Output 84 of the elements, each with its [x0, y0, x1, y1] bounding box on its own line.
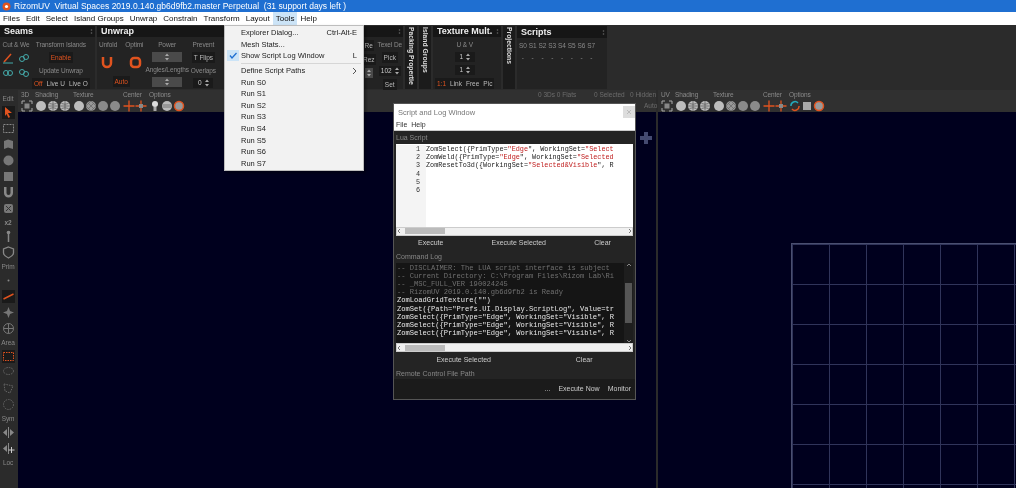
wire-sphere-icon[interactable]: [47, 100, 59, 112]
scroll-right-icon[interactable]: [628, 344, 632, 351]
scroll-up-icon[interactable]: [625, 262, 632, 267]
chain-icon[interactable]: [18, 66, 30, 79]
checker-sphere-icon[interactable]: [725, 100, 737, 112]
map-icon[interactable]: [1, 138, 15, 151]
menu-item[interactable]: Unwrap: [126, 12, 161, 25]
sphere-icon[interactable]: [97, 100, 109, 112]
grip-icon[interactable]: [496, 27, 499, 35]
panel-title: Texture Mult.: [437, 26, 493, 37]
sphere-icon[interactable]: [737, 100, 749, 112]
wire-sphere-icon[interactable]: [59, 100, 71, 112]
sphere-icon[interactable]: [73, 100, 85, 112]
ringed-sphere-icon[interactable]: [813, 100, 825, 112]
crosshair-icon[interactable]: [763, 100, 775, 112]
frame-icon[interactable]: [661, 100, 673, 112]
line-icon[interactable]: [1, 290, 15, 303]
spin-arrows-icon[interactable]: [394, 66, 399, 75]
globe-icon[interactable]: [1, 322, 15, 335]
panel-title: Unwrap: [101, 26, 134, 37]
navigation-cube-icon[interactable]: [640, 132, 652, 144]
ringed-sphere-icon[interactable]: [173, 100, 185, 112]
mirror-icon[interactable]: [1, 426, 15, 439]
menu-item[interactable]: Help: [297, 12, 320, 25]
panel-title: Seams: [4, 26, 34, 37]
number-field[interactable]: [152, 76, 183, 87]
menu-item[interactable]: Edit: [22, 12, 43, 25]
striped-sphere-icon[interactable]: [161, 100, 173, 112]
pen-icon[interactable]: [2, 51, 14, 64]
box-icon[interactable]: [1, 202, 15, 215]
menu-item[interactable]: Tools: [272, 12, 298, 25]
grip-icon[interactable]: [90, 27, 93, 35]
scrollbar-thumb[interactable]: [405, 228, 445, 235]
mirror-icon[interactable]: [1, 442, 15, 455]
crosshair-icon[interactable]: [135, 100, 147, 112]
bulb-icon[interactable]: [149, 100, 161, 112]
polygon-icon[interactable]: [1, 382, 15, 395]
wire-sphere-icon[interactable]: [699, 100, 711, 112]
square-icon[interactable]: [801, 100, 813, 112]
sphere-icon[interactable]: [749, 100, 761, 112]
shield-icon[interactable]: [1, 246, 15, 259]
menu-item[interactable]: Select: [42, 12, 71, 25]
menu-item[interactable]: Island Groups: [70, 12, 127, 25]
arrow-icon[interactable]: [1, 106, 15, 119]
number-field[interactable]: [152, 51, 183, 62]
frame-icon[interactable]: [21, 100, 33, 112]
sphere-icon[interactable]: [109, 100, 121, 112]
window-title: RizomUV Virtual Spaces 2019.0.140.gb6d9fb2.master Perpetual (31 support days left ): [14, 0, 346, 12]
wire-sphere-icon[interactable]: [687, 100, 699, 112]
spin-arrows-icon[interactable]: [204, 78, 209, 87]
menu-item[interactable]: Transform: [200, 12, 243, 25]
spin-arrows-icon[interactable]: [466, 52, 470, 61]
scroll-down-icon[interactable]: [625, 339, 632, 344]
scroll-left-icon[interactable]: [397, 344, 401, 351]
sphere-icon[interactable]: [713, 100, 725, 112]
menu-item[interactable]: Layout: [242, 12, 273, 25]
spin-arrows-icon[interactable]: [165, 52, 170, 61]
checker-sphere-icon[interactable]: [85, 100, 97, 112]
spin-arrows-icon[interactable]: [466, 65, 470, 74]
menu-item[interactable]: Files: [0, 12, 23, 25]
scrollbar-thumb[interactable]: [405, 344, 445, 351]
scrollbar-thumb[interactable]: [625, 283, 632, 323]
circle-icon[interactable]: [1, 154, 15, 167]
ring-icon[interactable]: [128, 55, 142, 69]
crosshair-icon[interactable]: [775, 100, 787, 112]
spin-arrows-icon[interactable]: [165, 77, 170, 86]
menu-item[interactable]: Constrain: [160, 12, 201, 25]
horseshoe-icon[interactable]: [100, 55, 113, 69]
crosshair-icon[interactable]: [123, 100, 135, 112]
sphere-icon[interactable]: [35, 100, 47, 112]
rotate-arrows-icon[interactable]: [789, 100, 801, 112]
sphere-icon[interactable]: [675, 100, 687, 112]
panel-title: Scripts: [521, 26, 552, 38]
dashed-rectangle-icon[interactable]: [1, 122, 15, 135]
dashed-rectangle-icon[interactable]: [1, 350, 15, 363]
chain-icon[interactable]: [18, 51, 30, 64]
scroll-right-icon[interactable]: [628, 228, 632, 235]
square-icon[interactable]: [1, 170, 15, 183]
magnet-icon[interactable]: [1, 186, 15, 199]
grip-icon[interactable]: [398, 27, 401, 35]
star-icon[interactable]: [1, 306, 15, 319]
app-logo-icon: [2, 1, 11, 11]
grip-icon[interactable]: [602, 28, 605, 36]
scroll-left-icon[interactable]: [397, 228, 401, 235]
